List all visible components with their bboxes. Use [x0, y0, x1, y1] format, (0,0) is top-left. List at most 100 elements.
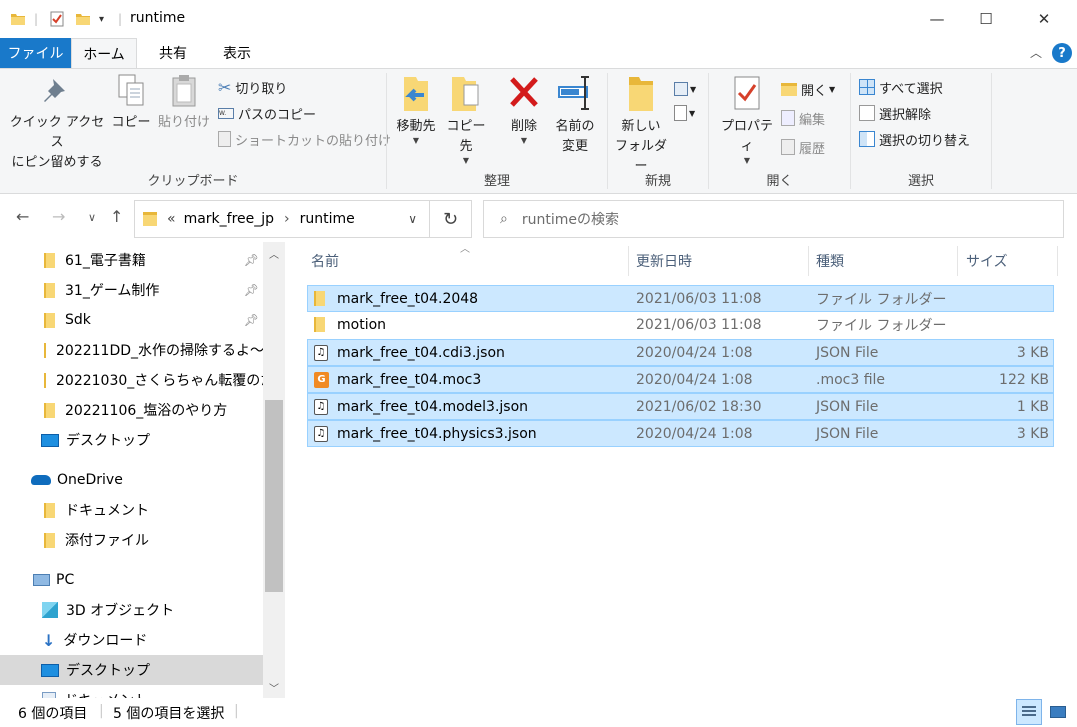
file-size: 3 KB: [1016, 425, 1049, 442]
new-folder-button[interactable]: 新しい フォルダー: [612, 73, 670, 177]
breadcrumb-overflow[interactable]: «: [167, 211, 176, 227]
nav-item-pc-desktop[interactable]: デスクトップ: [0, 655, 263, 685]
clipboard-icon: [172, 75, 196, 107]
select-none-label: 選択解除: [879, 107, 932, 123]
scrollbar-thumb[interactable]: [265, 400, 283, 592]
customize-quick-access-icon[interactable]: ▾: [99, 9, 104, 29]
select-none-icon: [859, 105, 875, 121]
rename-button[interactable]: 名前の 変更: [549, 73, 601, 157]
invert-selection-button[interactable]: 選択の切り替え: [859, 127, 970, 151]
nav-label: Sdk: [65, 312, 91, 328]
file-row[interactable]: mark_free_t04.2048 2021/06/03 11:08 ファイル…: [307, 285, 1054, 312]
paste-shortcut-icon: [218, 131, 231, 147]
nav-item-pc[interactable]: PC: [0, 565, 263, 595]
pin-icon: 📌︎: [243, 313, 259, 327]
forward-arrow-icon[interactable]: →: [52, 207, 65, 226]
close-button[interactable]: ✕: [1021, 0, 1067, 38]
column-header-name[interactable]: 名前: [311, 242, 339, 280]
select-all-icon: [859, 79, 875, 95]
refresh-button[interactable]: ↻: [430, 200, 472, 238]
details-view-button[interactable]: [1016, 699, 1042, 725]
properties-icon[interactable]: [49, 9, 65, 29]
chevron-up-icon[interactable]: ︿: [1030, 44, 1042, 61]
nav-pane-scrollbar[interactable]: ︿ ﹀: [263, 242, 285, 698]
back-arrow-icon[interactable]: ←: [16, 207, 29, 226]
file-row[interactable]: ♫ mark_free_t04.model3.json 2021/06/02 1…: [307, 393, 1054, 420]
pin-to-quick-access-button[interactable]: クイック アクセス にピン留めする: [6, 73, 108, 173]
paste-shortcut-button[interactable]: ショートカットの貼り付け: [218, 127, 391, 151]
open-button[interactable]: 開く ▼: [781, 77, 835, 101]
copy-path-button[interactable]: W. パスのコピー: [218, 101, 316, 125]
file-row[interactable]: G mark_free_t04.moc3 2020/04/24 1:08 .mo…: [307, 366, 1054, 393]
nav-item-quick-6[interactable]: 20221106_塩浴のやり方: [0, 395, 263, 425]
move-to-label: 移動先: [396, 119, 436, 134]
nav-item-quick-3[interactable]: Sdk 📌︎: [0, 305, 263, 335]
column-header-date[interactable]: 更新日時: [636, 242, 692, 280]
nav-item-pc-documents[interactable]: ドキュメント: [0, 685, 263, 698]
new-item-button[interactable]: ▼: [674, 77, 696, 101]
delete-button[interactable]: 削除 ▼: [501, 73, 547, 145]
paste-button[interactable]: 貼り付け: [156, 73, 212, 133]
nav-item-onedrive[interactable]: OneDrive: [0, 465, 263, 495]
recent-locations-chevron-icon[interactable]: ∨: [88, 211, 96, 224]
file-row[interactable]: ♫ mark_free_t04.physics3.json 2020/04/24…: [307, 420, 1054, 447]
column-header-type[interactable]: 種類: [816, 242, 844, 280]
tab-home[interactable]: ホーム: [71, 38, 137, 69]
cut-label: 切り取り: [235, 81, 288, 97]
tab-view[interactable]: 表示: [210, 38, 264, 68]
select-all-button[interactable]: すべて選択: [859, 75, 943, 99]
easy-access-button[interactable]: ▼: [674, 101, 695, 125]
search-box[interactable]: ⌕ runtimeの検索: [483, 200, 1064, 238]
tab-share[interactable]: 共有: [146, 38, 200, 68]
breadcrumb-runtime[interactable]: runtime: [300, 211, 355, 227]
nav-item-quick-1[interactable]: 61_電子書籍 📌︎: [0, 245, 263, 275]
nav-item-3d-objects[interactable]: 3D オブジェクト: [0, 595, 263, 625]
paste-shortcut-label: ショートカットの貼り付け: [235, 133, 392, 149]
maximize-button[interactable]: ☐: [963, 0, 1009, 38]
address-dropdown-chevron-icon[interactable]: ∨: [408, 212, 417, 226]
nav-item-quick-desktop[interactable]: デスクトップ: [0, 425, 263, 455]
nav-label: 31_ゲーム制作: [65, 283, 160, 299]
invert-selection-icon: [859, 131, 875, 147]
copy-button[interactable]: コピー: [108, 73, 154, 133]
large-icons-view-button[interactable]: [1045, 699, 1071, 725]
select-group: すべて選択 選択解除 選択の切り替え 選択: [851, 69, 991, 193]
nav-item-quick-4[interactable]: 202211DD_水作の掃除するよ～: [0, 335, 263, 365]
column-header-size[interactable]: サイズ: [966, 242, 1008, 280]
breadcrumb-mark-free-jp[interactable]: mark_free_jp: [184, 211, 274, 227]
minimize-button[interactable]: —: [914, 0, 960, 38]
history-button[interactable]: 履歴: [781, 135, 825, 159]
help-icon[interactable]: ?: [1052, 43, 1072, 63]
download-arrow-icon: ↓: [42, 630, 56, 650]
file-row[interactable]: motion 2021/06/03 11:08 ファイル フォルダー: [307, 312, 1054, 339]
file-row[interactable]: ♫ mark_free_t04.cdi3.json 2020/04/24 1:0…: [307, 339, 1054, 366]
scroll-down-icon[interactable]: ﹀: [263, 680, 285, 695]
tab-file[interactable]: ファイル: [0, 38, 71, 68]
move-to-button[interactable]: 移動先 ▼: [391, 73, 441, 145]
cut-button[interactable]: ✂ 切り取り: [218, 75, 287, 99]
edit-button[interactable]: 編集: [781, 106, 825, 130]
pc-icon: [33, 574, 50, 586]
nav-item-onedrive-attachments[interactable]: 添付ファイル: [0, 525, 263, 555]
nav-item-downloads[interactable]: ↓ ダウンロード: [0, 625, 263, 655]
file-date: 2021/06/03 11:08: [636, 290, 762, 307]
title-bar: | ▾ | runtime — ☐ ✕: [0, 0, 1077, 38]
nav-item-quick-5[interactable]: 20221030_さくらちゃん転覆のため: [0, 365, 263, 395]
file-type: ファイル フォルダー: [816, 317, 947, 334]
file-type: JSON File: [816, 398, 879, 415]
properties-button[interactable]: プロパティ ▼: [715, 73, 779, 165]
address-bar[interactable]: « mark_free_jp › runtime ∨: [134, 200, 430, 238]
up-arrow-icon[interactable]: ↑: [110, 207, 123, 226]
cloud-icon: [31, 475, 51, 485]
pin-icon: [44, 79, 65, 102]
new-folder-icon[interactable]: [75, 9, 91, 29]
copy-to-button[interactable]: コピー先 ▼: [441, 73, 491, 165]
scroll-up-icon[interactable]: ︿: [263, 246, 285, 261]
nav-item-onedrive-documents[interactable]: ドキュメント: [0, 495, 263, 525]
file-name: mark_free_t04.moc3: [337, 371, 482, 388]
json-file-icon: ♫: [314, 340, 328, 365]
nav-item-quick-2[interactable]: 31_ゲーム制作 📌︎: [0, 275, 263, 305]
select-none-button[interactable]: 選択解除: [859, 101, 931, 125]
nav-label: デスクトップ: [66, 433, 150, 449]
delete-x-icon: [510, 77, 538, 107]
